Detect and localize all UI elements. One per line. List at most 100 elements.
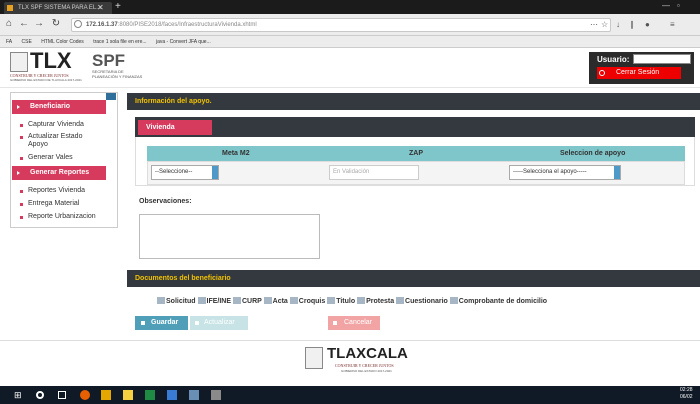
coat-of-arms-icon bbox=[305, 347, 323, 369]
search-icon[interactable] bbox=[36, 391, 44, 399]
download-icon[interactable]: ↓ bbox=[616, 19, 620, 31]
doc-label: Protesta bbox=[366, 298, 395, 305]
doc-label: CURP bbox=[241, 298, 262, 305]
sidebar-item-actualizar-estado[interactable]: Actualizar Estado bbox=[28, 133, 82, 141]
file-explorer-icon[interactable] bbox=[101, 390, 111, 400]
window-minimize-icon[interactable]: — bbox=[662, 1, 670, 10]
menu-icon[interactable]: ≡ bbox=[670, 19, 675, 31]
url-bar[interactable]: 172.16.1.37:8080/PISE2018/faces/Infraest… bbox=[71, 18, 611, 32]
bullet-icon bbox=[20, 157, 23, 160]
tab-close-icon[interactable]: ✕ bbox=[97, 2, 104, 14]
spf-line2: PLANEACIÓN Y FINANZAS bbox=[92, 74, 143, 79]
column-zap: ZAP bbox=[409, 150, 423, 157]
save-icon bbox=[141, 321, 145, 325]
checkbox-croquis[interactable] bbox=[289, 297, 298, 304]
info-title-bar: Información del apoyo. bbox=[127, 93, 700, 110]
sidebar-section-beneficiario[interactable]: Beneficiario bbox=[12, 100, 106, 114]
checkbox-acta[interactable] bbox=[263, 297, 272, 304]
tlx-sub: GOBIERNO DEL ESTADO DE TLAXCALA 2017-202… bbox=[10, 78, 82, 82]
caret-right-icon bbox=[17, 171, 21, 175]
checkbox-comprobante-domicilio[interactable] bbox=[449, 297, 458, 304]
checkbox-ife-ine[interactable] bbox=[197, 297, 206, 304]
clock-date: 06/02 bbox=[680, 394, 693, 400]
page-actions-icon[interactable]: ⋯ bbox=[590, 19, 598, 31]
bullet-icon bbox=[20, 190, 23, 193]
app-icon[interactable] bbox=[167, 390, 177, 400]
back-icon[interactable]: ← bbox=[18, 18, 30, 30]
bookmark-item[interactable]: java - Convert JFA que... bbox=[156, 36, 211, 47]
tab-strip bbox=[135, 117, 695, 137]
checkbox-cuestionario[interactable] bbox=[396, 297, 405, 304]
new-tab-icon[interactable]: + bbox=[115, 1, 121, 13]
bookmark-star-icon[interactable]: ☆ bbox=[601, 19, 608, 31]
spf-logo: SPF SECRETARIA DE PLANEACIÓN Y FINANZAS bbox=[90, 52, 150, 82]
column-seleccion-apoyo: Seleccion de apoyo bbox=[560, 150, 626, 157]
checkbox-solicitud[interactable] bbox=[157, 297, 165, 304]
observations-textarea[interactable] bbox=[139, 214, 320, 259]
notes-icon[interactable] bbox=[123, 390, 133, 400]
grid-header: Meta M2 ZAP Seleccion de apoyo bbox=[147, 146, 685, 161]
sidebar-section-reportes[interactable]: Generar Reportes bbox=[12, 166, 106, 180]
user-label: Usuario: bbox=[597, 55, 630, 64]
doc-label: Solicitud bbox=[166, 298, 196, 305]
bookmark-item[interactable]: FA bbox=[6, 36, 12, 47]
sidebar-toggle-icon[interactable] bbox=[106, 93, 116, 100]
power-icon bbox=[599, 70, 605, 76]
extension-icon[interactable]: ● bbox=[645, 19, 650, 31]
meta-m2-select[interactable]: --Seleccione-- bbox=[151, 165, 219, 180]
refresh-icon bbox=[195, 321, 199, 325]
logout-button[interactable]: Cerrar Sesión bbox=[597, 67, 681, 79]
sidebar-item-generar-vales[interactable]: Generar Vales bbox=[28, 154, 73, 162]
user-field[interactable] bbox=[633, 54, 691, 64]
sidebar-item-entrega-material[interactable]: Entrega Material bbox=[28, 200, 79, 208]
tlx-wordmark: TLX bbox=[30, 48, 72, 73]
column-meta-m2: Meta M2 bbox=[222, 150, 250, 157]
excel-icon[interactable] bbox=[145, 390, 155, 400]
caret-right-icon bbox=[17, 105, 21, 109]
doc-label: Titulo bbox=[336, 298, 356, 305]
library-icon[interactable]: ∥ bbox=[630, 19, 634, 31]
bookmark-item[interactable]: CSE bbox=[22, 36, 32, 47]
zap-input[interactable]: En Validación bbox=[329, 165, 419, 180]
checkbox-protesta[interactable] bbox=[357, 297, 366, 304]
url-path: :8080/PISE2018/faces/InfraestructuraVivi… bbox=[117, 22, 257, 28]
app-icon[interactable] bbox=[211, 390, 221, 400]
checkbox-titulo[interactable] bbox=[327, 297, 336, 304]
browser-tab[interactable]: TLX SPF SISTEMA PARA EL... bbox=[4, 2, 112, 14]
doc-label: IFE/INE bbox=[206, 298, 232, 305]
coat-of-arms-icon bbox=[10, 52, 28, 72]
tlaxcala-footer-logo: TLAXCALA CONSTRUIR Y CRECER JUNTOS GOBIE… bbox=[305, 345, 425, 377]
sidebar-item-capturar-vivienda[interactable]: Capturar Vivienda bbox=[28, 121, 84, 129]
forward-icon[interactable]: → bbox=[33, 18, 45, 30]
start-icon[interactable]: ⊞ bbox=[14, 390, 24, 400]
checkbox-curp[interactable] bbox=[232, 297, 241, 304]
sidebar-item-actualizar-estado-line2[interactable]: Apoyo bbox=[28, 141, 48, 149]
sidebar-item-reporte-urbanizacion[interactable]: Reporte Urbanizacion bbox=[28, 213, 96, 221]
doc-label: Acta bbox=[272, 298, 288, 305]
firefox-icon[interactable] bbox=[80, 390, 90, 400]
footer-wordmark: TLAXCALA bbox=[327, 345, 408, 362]
window-maximize-icon[interactable]: ▫ bbox=[677, 1, 680, 10]
apoyo-select[interactable]: -----Selecciona el apoyo----- bbox=[509, 165, 621, 180]
dropdown-arrow-icon bbox=[212, 166, 218, 179]
url-host: 172.16.1.37 bbox=[86, 22, 118, 28]
home-icon[interactable]: ⌂ bbox=[3, 18, 15, 30]
footer-sub: GOBIERNO DEL ESTADO 2017-2021 bbox=[341, 369, 392, 373]
reload-icon[interactable]: ↻ bbox=[50, 18, 62, 30]
apoyo-select-value: -----Selecciona el apoyo----- bbox=[513, 169, 587, 175]
clock-time: 02:28 bbox=[680, 387, 693, 393]
bullet-icon bbox=[20, 136, 23, 139]
meta-m2-select-value: --Seleccione-- bbox=[155, 169, 193, 175]
documents-checklist: Solicitud IFE/INE CURP Acta Croquis Titu… bbox=[157, 297, 547, 305]
doc-label: Cuestionario bbox=[405, 298, 448, 305]
site-info-icon[interactable] bbox=[74, 20, 82, 28]
task-view-icon[interactable] bbox=[58, 391, 66, 399]
bookmark-item[interactable]: trace 1 sola file en ere... bbox=[93, 36, 146, 47]
sidebar-item-reportes-vivienda[interactable]: Reportes Vivienda bbox=[28, 187, 85, 195]
bookmark-item[interactable]: HTML Color Codes bbox=[41, 36, 84, 47]
tlx-logo: TLX CONSTRUIR Y CRECER JUNTOS GOBIERNO D… bbox=[10, 48, 86, 82]
app-icon[interactable] bbox=[189, 390, 199, 400]
taskbar-clock[interactable]: 02:28 06/02 bbox=[680, 387, 693, 401]
tab-vivienda[interactable]: Vivienda bbox=[138, 120, 212, 135]
dropdown-arrow-icon bbox=[614, 166, 620, 179]
